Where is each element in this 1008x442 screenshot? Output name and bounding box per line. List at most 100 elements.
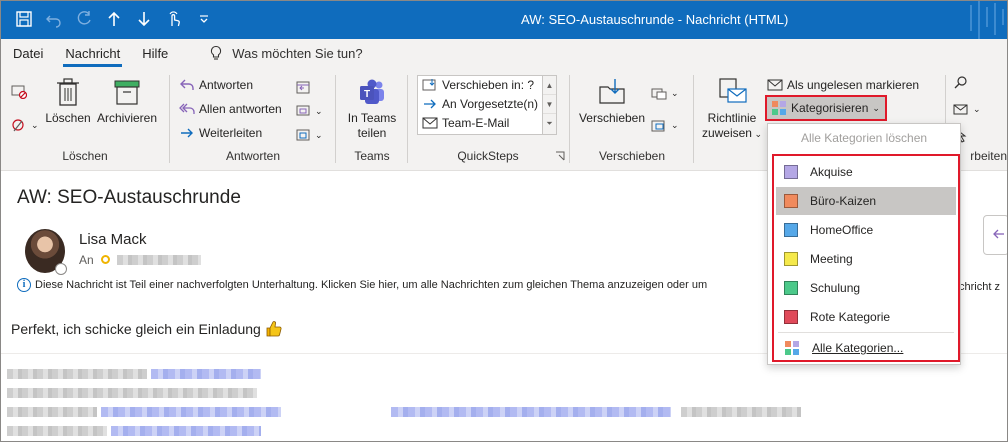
save-button[interactable] xyxy=(11,6,37,32)
delete-button[interactable]: Löschen xyxy=(45,77,91,126)
expand-gallery-icon[interactable]: ⏷ xyxy=(543,114,556,133)
meeting-reply-button[interactable] xyxy=(295,79,311,95)
group-divider xyxy=(569,75,570,163)
move-folder-icon xyxy=(599,79,625,104)
quickstep-to-manager[interactable]: An Vorgesetzte(n) xyxy=(422,97,538,111)
rules-icon xyxy=(651,88,667,100)
conversation-infobar[interactable]: i Diese Nachricht ist Teil einer nachver… xyxy=(17,278,707,292)
mark-unread-label: Als ungelesen markieren xyxy=(787,78,920,92)
category-label: Meeting xyxy=(810,252,853,266)
category-label: Akquise xyxy=(810,165,853,179)
policy-line1: Richtlinie xyxy=(707,111,757,125)
envelope-icon xyxy=(767,79,783,91)
title-bar: AW: SEO-Austauschrunde - Nachricht (HTML… xyxy=(1,1,1007,39)
cleanup-icon xyxy=(12,119,24,132)
customize-toolbar-button[interactable] xyxy=(191,6,217,32)
dialog-launcher-icon[interactable] xyxy=(555,151,565,161)
teams-icon: T xyxy=(360,79,384,104)
quicksteps-scrollbar[interactable]: ▲ ▼ ⏷ xyxy=(542,76,556,134)
touch-mode-button[interactable] xyxy=(161,6,187,32)
infobar-text-tail: chricht z xyxy=(959,281,1000,293)
sender-name[interactable]: Lisa Mack xyxy=(79,231,147,248)
category-rote-kategorie[interactable]: Rote Kategorie xyxy=(776,303,956,331)
group-loeschen: ⌄ Löschen Archivieren Löschen xyxy=(1,71,169,167)
svg-text:T: T xyxy=(364,89,370,100)
thumbs-up-icon xyxy=(266,321,282,337)
info-icon: i xyxy=(17,278,31,292)
category-homeoffice[interactable]: HomeOffice xyxy=(776,216,956,244)
group-label-teams: Teams xyxy=(354,149,390,163)
touch-hand-icon xyxy=(169,11,180,27)
previous-item-button[interactable] xyxy=(101,6,127,32)
chat-icon xyxy=(296,105,310,116)
redo-button[interactable] xyxy=(71,6,97,32)
chevron-down-icon: ⌄ xyxy=(872,102,880,113)
forward-icon xyxy=(181,128,193,138)
more-respond-button[interactable]: ⌄ xyxy=(295,127,323,143)
category-swatch xyxy=(784,165,798,179)
archive-button[interactable]: Archivieren xyxy=(95,77,159,126)
archive-label: Archivieren xyxy=(96,111,158,125)
all-categories-item[interactable]: Alle Kategorien... xyxy=(776,334,956,362)
window-title: AW: SEO-Austauschrunde - Nachricht (HTML… xyxy=(521,12,789,27)
quickstep-label: An Vorgesetzte(n) xyxy=(442,97,539,111)
actions-button[interactable]: ⌄ xyxy=(651,117,679,133)
undo-button[interactable] xyxy=(41,6,67,32)
ribbon-tabs: Datei Nachricht Hilfe Was möchten Sie tu… xyxy=(1,39,1007,67)
tab-hilfe[interactable]: Hilfe xyxy=(140,42,170,65)
im-reply-button[interactable]: ⌄ xyxy=(295,103,323,119)
rules-button[interactable]: ⌄ xyxy=(651,85,679,101)
category-akquise[interactable]: Akquise xyxy=(776,158,956,186)
mail-icon xyxy=(422,117,438,129)
category-meeting[interactable]: Meeting xyxy=(776,245,956,273)
reply-button[interactable]: Antworten xyxy=(179,77,253,93)
scroll-up-icon[interactable]: ▲ xyxy=(543,76,556,95)
group-divider xyxy=(335,75,336,163)
recipient-redacted[interactable] xyxy=(117,255,201,265)
move-button[interactable]: Verschieben xyxy=(575,77,649,126)
next-item-button[interactable] xyxy=(131,6,157,32)
reply-label: Antworten xyxy=(199,78,254,92)
find-button[interactable] xyxy=(953,75,969,91)
presence-away-icon xyxy=(101,255,110,264)
mark-unread-button[interactable]: Als ungelesen markieren xyxy=(767,77,919,93)
category-schulung[interactable]: Schulung xyxy=(776,274,956,302)
ignore-mail-icon xyxy=(11,85,27,99)
group-teams: T In Teams teilen Teams xyxy=(337,71,407,167)
quickstep-label: Team-E-Mail xyxy=(442,116,510,130)
tell-me-search[interactable]: Was möchten Sie tun? xyxy=(208,45,363,61)
share-teams-line1: In Teams xyxy=(347,111,397,125)
category-list: Akquise Büro-Kaizen HomeOffice Meeting S… xyxy=(772,154,960,362)
cleanup-button[interactable]: ⌄ xyxy=(11,117,39,133)
category-label: Büro-Kaizen xyxy=(810,194,877,208)
more-editing-button[interactable]: ⌄ xyxy=(953,101,981,117)
category-swatch xyxy=(784,252,798,266)
quickstep-team-email[interactable]: Team-E-Mail xyxy=(422,116,509,130)
categorize-button[interactable]: Kategorisieren ⌄ xyxy=(765,95,887,121)
share-to-teams-button[interactable]: T In Teams teilen xyxy=(343,77,401,141)
ignore-button[interactable] xyxy=(11,83,27,99)
scroll-down-icon[interactable]: ▼ xyxy=(543,95,556,114)
categorize-icon xyxy=(785,341,799,355)
reply-arrow-icon xyxy=(993,229,1004,239)
tab-datei[interactable]: Datei xyxy=(11,42,45,65)
category-swatch xyxy=(784,281,798,295)
tab-nachricht[interactable]: Nachricht xyxy=(63,42,123,67)
clear-all-categories: Alle Kategorien löschen xyxy=(800,131,928,145)
group-divider xyxy=(407,75,408,163)
forward-button[interactable]: Weiterleiten xyxy=(179,125,262,141)
presence-status-icon xyxy=(55,263,67,275)
category-buero-kaizen[interactable]: Büro-Kaizen xyxy=(776,187,956,215)
category-swatch xyxy=(784,223,798,237)
archive-icon xyxy=(114,80,140,105)
reply-all-icon xyxy=(179,103,195,114)
save-icon xyxy=(16,11,32,27)
quickstep-move-to[interactable]: Verschieben in: ? xyxy=(422,78,534,92)
reply-all-button[interactable]: Allen antworten xyxy=(179,101,282,117)
delete-label: Löschen xyxy=(45,111,91,125)
body-text: Perfekt, ich schicke gleich ein Einladun… xyxy=(11,321,261,337)
reply-panel-edge[interactable] xyxy=(983,215,1007,255)
group-label-antworten: Antworten xyxy=(225,149,281,163)
categorize-icon xyxy=(772,101,786,115)
assign-policy-button[interactable]: Richtlinie zuweisen ⌄ xyxy=(699,77,765,142)
